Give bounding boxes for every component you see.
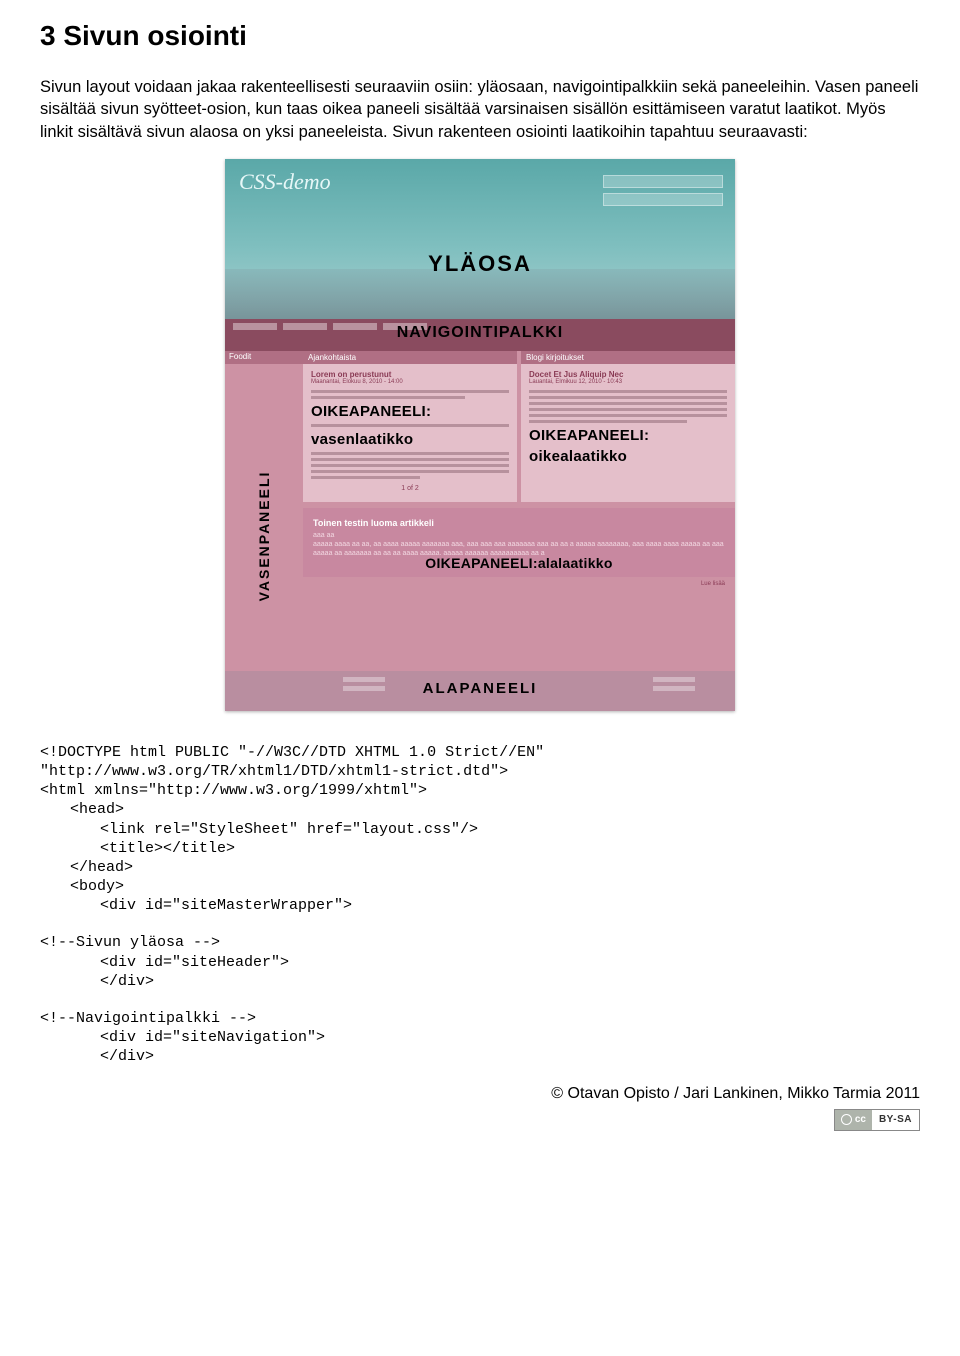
ss-left-header: Foodit: [225, 351, 303, 364]
ss-header: CSS-demo YLÄOSA: [225, 159, 735, 319]
layout-screenshot: CSS-demo YLÄOSA NAVIGOINTIPALKKI Foodit …: [225, 159, 735, 711]
bottom-title: Toinen testin luoma artikkeli: [313, 518, 725, 528]
code-line: <html xmlns="http://www.w3.org/1999/xhtm…: [40, 782, 427, 799]
label-ylaosa: YLÄOSA: [225, 251, 735, 277]
ss-login-fields: [603, 175, 723, 211]
cc-by-sa: BY-SA: [872, 1110, 919, 1130]
code-block-2: <!--Sivun yläosa --> <div id="siteHeader…: [40, 933, 920, 991]
ss-left-panel: Foodit VASENPANEELI: [225, 351, 303, 671]
card-right-title: Docet Et Jus Aliquip Nec: [529, 370, 727, 379]
label-vasenlaatikko: vasenlaatikko: [311, 431, 509, 448]
code-line: <div id="siteHeader">: [40, 953, 920, 972]
code-comment: <!--Sivun yläosa -->: [40, 934, 220, 951]
ss-bottom-box: Toinen testin luoma artikkeli aaa aaaaaa…: [303, 508, 735, 576]
section-heading: 3 Sivun osiointi: [40, 20, 920, 52]
ss-right-panel: Ajankohtaista Lorem on perustunut Maanan…: [303, 351, 735, 671]
card-right-header: Blogi kirjoitukset: [521, 351, 735, 364]
code-line: </head>: [40, 858, 920, 877]
code-block-3: <!--Navigointipalkki --> <div id="siteNa…: [40, 1009, 920, 1067]
code-line: <title></title>: [40, 839, 920, 858]
label-oikeapaneeli-left-1: OIKEAPANEELI:: [311, 403, 509, 420]
bottom-readmore: Lue lisää: [701, 581, 725, 587]
footer-credit: © Otavan Opisto / Jari Lankinen, Mikko T…: [40, 1085, 920, 1103]
code-line: <div id="siteNavigation">: [40, 1028, 920, 1047]
code-comment: <!--Navigointipalkki -->: [40, 1010, 256, 1027]
ss-footer: ALAPANEELI: [225, 671, 735, 711]
code-line: <div id="siteMasterWrapper">: [40, 896, 920, 915]
label-vasenpaneeli: VASENPANEELI: [256, 471, 272, 602]
ss-nav: NAVIGOINTIPALKKI: [225, 319, 735, 351]
label-alapaneeli: ALAPANEELI: [225, 680, 735, 697]
label-alalaatikko: OIKEAPANEELI:alalaatikko: [303, 555, 735, 571]
ss-top-row: Ajankohtaista Lorem on perustunut Maanan…: [303, 351, 735, 503]
screenshot-figure: CSS-demo YLÄOSA NAVIGOINTIPALKKI Foodit …: [40, 159, 920, 711]
card-left-page: 1 of 2: [311, 485, 509, 492]
cc-text: cc: [855, 1114, 866, 1125]
code-line: </div>: [40, 1047, 920, 1066]
card-left-header: Ajankohtaista: [303, 351, 517, 364]
intro-paragraph: Sivun layout voidaan jakaa rakenteellise…: [40, 76, 920, 143]
card-right-sub: Lauantai, Elmikuu 12, 2010 - 10:43: [529, 379, 727, 385]
card-left-sub: Maanantai, Elokuu 8, 2010 - 14:00: [311, 379, 509, 385]
code-line: </div>: [40, 972, 920, 991]
ss-card-left: Ajankohtaista Lorem on perustunut Maanan…: [303, 351, 517, 503]
code-line: <!DOCTYPE html PUBLIC "-//W3C//DTD XHTML…: [40, 744, 544, 761]
card-left-title: Lorem on perustunut: [311, 370, 509, 379]
label-nav: NAVIGOINTIPALKKI: [225, 324, 735, 342]
cc-icon: cc: [835, 1110, 872, 1130]
cc-badge: cc BY-SA: [834, 1109, 920, 1131]
code-line: "http://www.w3.org/TR/xhtml1/DTD/xhtml1-…: [40, 763, 508, 780]
label-oikealaatikko: oikealaatikko: [529, 448, 727, 465]
code-line: <link rel="StyleSheet" href="layout.css"…: [40, 820, 920, 839]
ss-content: Foodit VASENPANEELI Ajankohtaista Lorem …: [225, 351, 735, 671]
page-footer: © Otavan Opisto / Jari Lankinen, Mikko T…: [40, 1085, 920, 1131]
code-line: <head>: [40, 800, 920, 819]
label-oikeapaneeli-right-1: OIKEAPANEELI:: [529, 427, 727, 444]
ss-card-right: Blogi kirjoitukset Docet Et Jus Aliquip …: [521, 351, 735, 503]
code-block: <!DOCTYPE html PUBLIC "-//W3C//DTD XHTML…: [40, 743, 920, 916]
code-line: <body>: [40, 877, 920, 896]
